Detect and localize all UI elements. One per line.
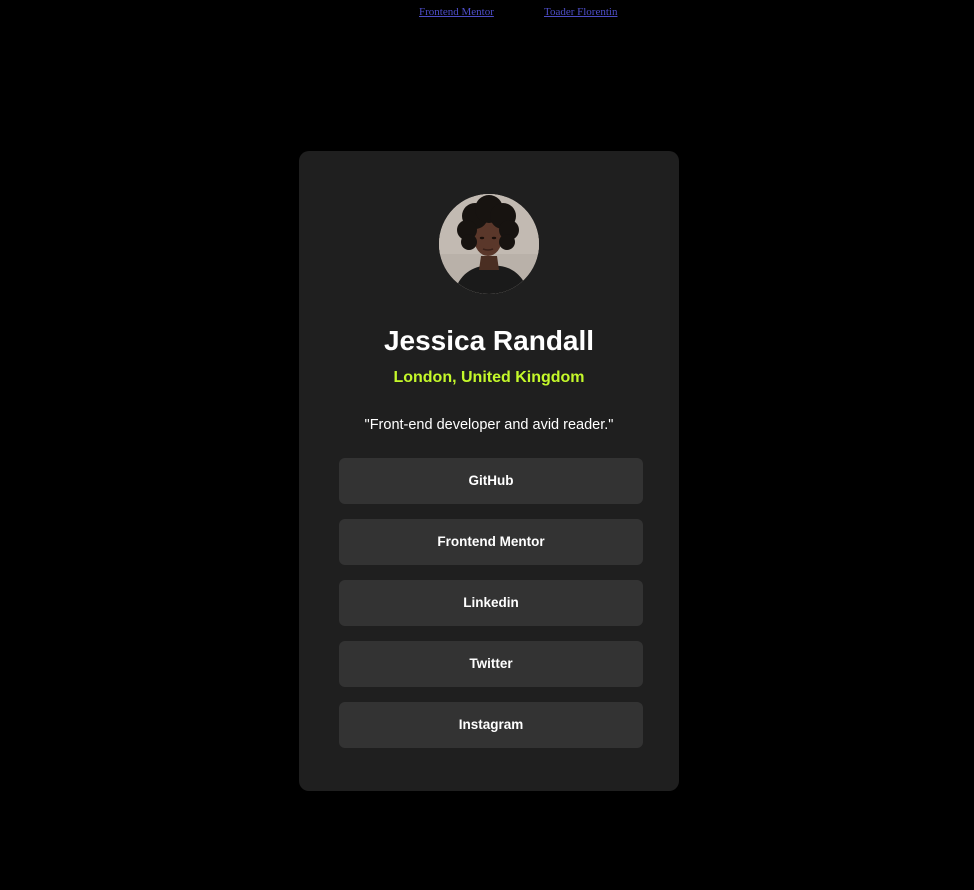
profile-name: Jessica Randall — [383, 325, 595, 356]
attribution: Frontend Mentor Toader Florentin — [0, 6, 974, 20]
attribution-frontend-mentor-link[interactable]: Frontend Mentor — [419, 6, 494, 18]
social-links: GitHub Frontend Mentor Linkedin Twitter … — [339, 458, 643, 763]
github-link-button[interactable]: GitHub — [339, 458, 643, 504]
profile-photo-icon — [439, 194, 539, 294]
profile-card: Jessica Randall London, United Kingdom "… — [299, 151, 679, 791]
instagram-link-button[interactable]: Instagram — [339, 702, 643, 748]
attribution-author-link[interactable]: Toader Florentin — [544, 6, 617, 18]
avatar — [439, 194, 539, 294]
frontend-mentor-link-button[interactable]: Frontend Mentor — [339, 519, 643, 565]
linkedin-link-button[interactable]: Linkedin — [339, 580, 643, 626]
twitter-link-button[interactable]: Twitter — [339, 641, 643, 687]
profile-location: London, United Kingdom — [393, 369, 585, 386]
profile-bio: "Front-end developer and avid reader." — [364, 417, 614, 433]
